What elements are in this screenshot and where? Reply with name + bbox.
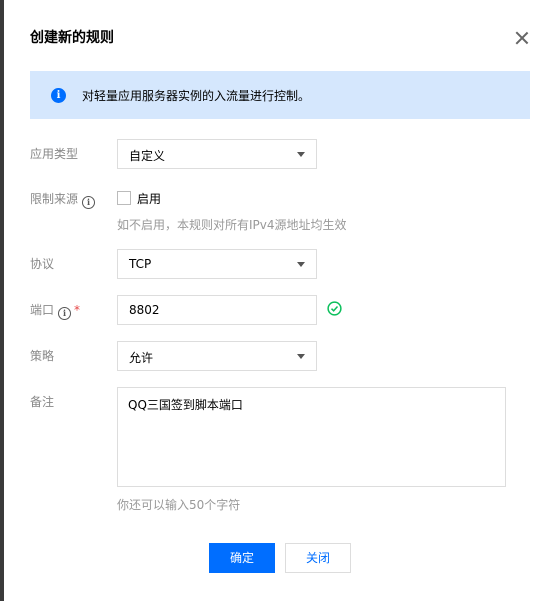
remark-label: 备注 [30, 395, 55, 409]
app-type-value: 自定义 [129, 149, 166, 163]
policy-value: 允许 [129, 351, 154, 365]
check-circle-icon [327, 301, 342, 316]
limit-source-hint: 如不启用，本规则对所有IPv4源地址均生效 [117, 218, 347, 232]
limit-source-checkbox-label[interactable]: 启用 [137, 190, 161, 207]
confirm-button[interactable]: 确定 [209, 543, 275, 573]
chevron-down-icon [297, 262, 305, 267]
remark-value: QQ三国签到脚本端口 [128, 398, 243, 412]
chevron-down-icon [297, 354, 305, 359]
notice-text: 对轻量应用服务器实例的入流量进行控制。 [82, 89, 311, 103]
help-icon[interactable]: i [58, 307, 72, 320]
app-type-label: 应用类型 [30, 147, 79, 161]
limit-source-label: 限制来源 i [30, 191, 96, 209]
help-icon[interactable]: i [82, 196, 96, 209]
remark-textarea[interactable]: QQ三国签到脚本端口 [117, 387, 506, 487]
info-icon: i [51, 88, 66, 103]
port-label: 端口 i * [30, 303, 81, 320]
remark-char-count: 你还可以输入50个字符 [117, 498, 241, 512]
limit-source-checkbox[interactable] [117, 191, 131, 205]
close-button[interactable]: 关闭 [285, 543, 351, 573]
close-icon[interactable] [514, 30, 530, 46]
port-value: 8802 [129, 303, 160, 317]
app-type-select[interactable]: 自定义 [117, 139, 317, 169]
protocol-label: 协议 [30, 257, 55, 271]
info-notice: i 对轻量应用服务器实例的入流量进行控制。 [30, 71, 530, 119]
chevron-down-icon [297, 152, 305, 157]
required-mark: * [74, 303, 81, 317]
create-rule-dialog: 创建新的规则 i 对轻量应用服务器实例的入流量进行控制。 应用类型 自定义 限制… [4, 0, 552, 601]
protocol-select[interactable]: TCP [117, 249, 317, 279]
dialog-title: 创建新的规则 [30, 30, 114, 46]
protocol-value: TCP [129, 257, 152, 271]
port-input[interactable]: 8802 [117, 295, 317, 325]
policy-label: 策略 [30, 349, 55, 363]
policy-select[interactable]: 允许 [117, 341, 317, 371]
